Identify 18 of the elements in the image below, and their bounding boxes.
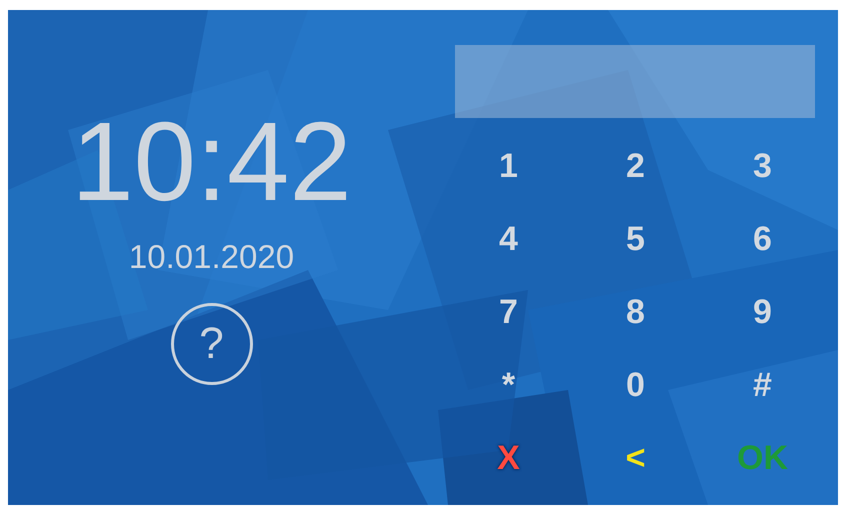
keypad-key[interactable]: 2 bbox=[626, 147, 645, 186]
keypad-key[interactable]: * bbox=[502, 366, 516, 405]
keypad-key[interactable]: 9 bbox=[753, 293, 772, 332]
input-field[interactable] bbox=[455, 45, 815, 118]
keypad-key[interactable]: 1 bbox=[499, 147, 518, 186]
keypad-key[interactable]: 5 bbox=[626, 220, 645, 259]
keypad-key[interactable]: 7 bbox=[499, 293, 518, 332]
keypad-key[interactable]: # bbox=[753, 366, 772, 405]
keypad-key[interactable]: 4 bbox=[499, 220, 518, 259]
keypad-key[interactable]: 8 bbox=[626, 293, 645, 332]
clock-date: 10.01.2020 bbox=[128, 240, 294, 273]
keypad-key[interactable]: 6 bbox=[753, 220, 772, 259]
backspace-key[interactable]: < bbox=[626, 439, 646, 478]
keypad-key[interactable]: 3 bbox=[753, 147, 772, 186]
cancel-key[interactable]: X bbox=[497, 439, 520, 478]
help-button[interactable]: ? bbox=[170, 303, 252, 385]
clock-time: 10:42 bbox=[71, 106, 352, 218]
keypad-key[interactable]: 0 bbox=[626, 366, 645, 405]
